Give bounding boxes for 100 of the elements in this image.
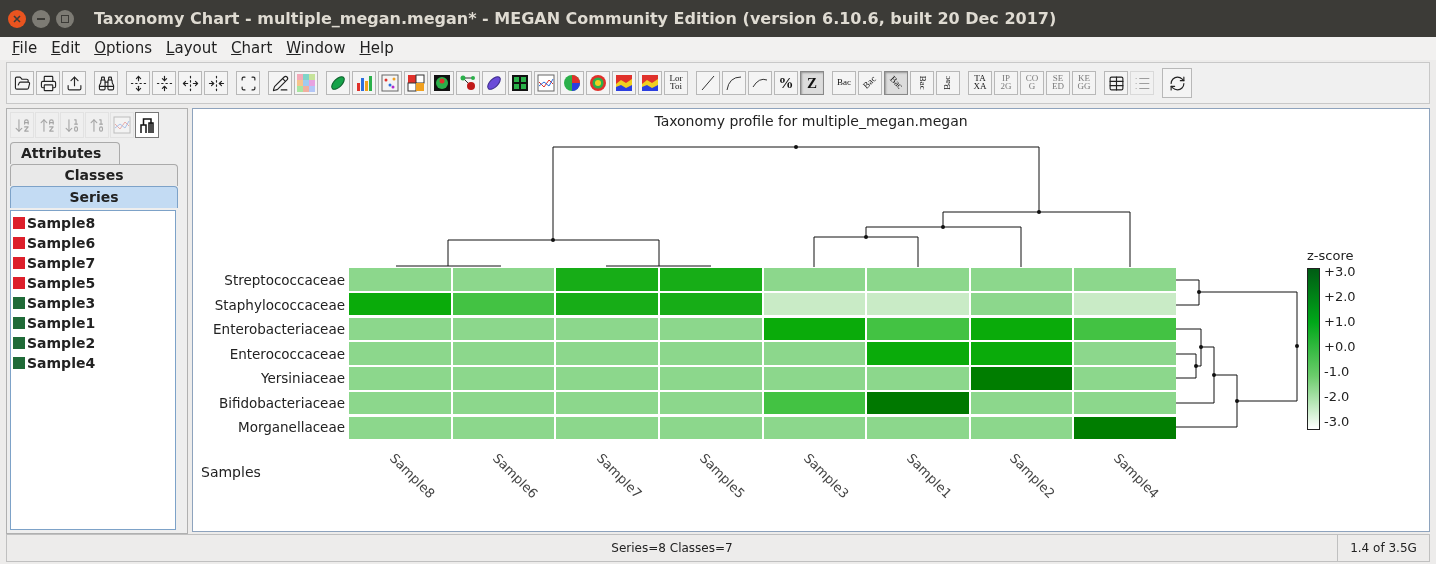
toolbar-button[interactable] (268, 71, 292, 95)
row-label: Morganellaceae (238, 418, 345, 437)
sort-down-icon (63, 116, 81, 134)
toolbar-button[interactable]: Bac (936, 71, 960, 95)
toolbar-button[interactable] (430, 71, 454, 95)
toolbar-button[interactable] (36, 71, 60, 95)
window-title: Taxonomy Chart - multiple_megan.megan* - MEGAN Community Edition (version 6.10.6, built 20 Dec 2017) (94, 7, 1057, 30)
contract-horizontal-icon (207, 74, 225, 92)
toolbar-button[interactable] (638, 71, 662, 95)
menu-item[interactable]: Layout (166, 37, 218, 60)
series-name[interactable]: Sample3 (27, 292, 96, 314)
expand-horizontal-icon (181, 74, 199, 92)
area-chart-icon (615, 74, 633, 92)
toolbar-button[interactable] (1162, 68, 1192, 98)
minimize-icon[interactable] (32, 9, 50, 28)
toolbar-button[interactable] (612, 71, 636, 95)
maximize-icon[interactable] (56, 9, 74, 28)
legend-tick-label: +3.0 (1324, 264, 1356, 281)
pill-icon (329, 74, 347, 92)
row-label: Streptococcaceae (224, 271, 345, 290)
legend-tick-label: -1.0 (1324, 364, 1351, 381)
toolbar-button[interactable]: Lor Toi (664, 71, 688, 95)
toolbar-button[interactable] (126, 71, 150, 95)
sort-up-icon (88, 116, 106, 134)
straight-line-icon (699, 74, 717, 92)
toolbar-button[interactable]: Z (800, 71, 824, 95)
line-chart-icon (537, 74, 555, 92)
toolbar-button[interactable] (560, 71, 584, 95)
pie-chart-icon (563, 74, 581, 92)
legend-tick-label: -3.0 (1324, 414, 1351, 431)
panel-tab[interactable]: Series (10, 186, 178, 208)
toolbar-button[interactable] (152, 71, 176, 95)
toolbar-button[interactable]: Bac (910, 71, 934, 95)
line-chart-icon (113, 116, 131, 134)
menu-item[interactable]: Options (94, 37, 153, 60)
bar-chart-icon (355, 74, 373, 92)
toolbar-button[interactable] (404, 71, 428, 95)
panel-tab[interactable]: Classes (10, 164, 178, 186)
menu-item[interactable]: Window (286, 37, 346, 60)
legend-tick-label: +0.0 (1324, 339, 1356, 356)
area-chart-icon (641, 74, 659, 92)
toolbar-button[interactable]: % (774, 71, 798, 95)
series-name[interactable]: Sample4 (27, 352, 96, 374)
sort-up-icon (38, 116, 56, 134)
toolbar-button[interactable] (482, 71, 506, 95)
pencil-icon (271, 74, 289, 92)
toolbar-button[interactable] (236, 71, 260, 95)
toolbar-button[interactable] (94, 71, 118, 95)
refresh-icon (1168, 74, 1186, 92)
row-label: Enterobacteriaceae (213, 320, 345, 339)
radial-chart-icon (589, 74, 607, 92)
toolbar-button[interactable] (204, 71, 228, 95)
expand-vertical-icon (129, 74, 147, 92)
network-icon (459, 74, 477, 92)
binoculars-icon (97, 74, 115, 92)
scatter-icon (381, 74, 399, 92)
series-name[interactable]: Sample7 (27, 252, 96, 274)
folder-icon (13, 74, 31, 92)
toolbar-button[interactable] (10, 71, 34, 95)
series-name[interactable]: Sample5 (27, 272, 96, 294)
toolbar-button[interactable]: TA XA (968, 71, 992, 95)
status-text: Series=8 Classes=7 (610, 540, 734, 557)
toolbar-button[interactable] (508, 71, 532, 95)
toolbar-button[interactable] (178, 71, 202, 95)
curve-icon (725, 74, 743, 92)
sort-down-icon (13, 116, 31, 134)
menu-item[interactable]: Edit (51, 37, 81, 60)
series-name[interactable]: Sample2 (27, 332, 96, 354)
row-label: Enterococcaceae (229, 344, 345, 364)
panel-tab[interactable]: Attributes (10, 142, 120, 164)
frame-icon (239, 74, 257, 92)
grid-icon (511, 74, 529, 92)
row-label: Yersiniaceae (261, 369, 345, 388)
series-name[interactable]: Sample6 (27, 232, 96, 254)
row-label: Staphylococcaceae (214, 295, 345, 315)
upload-icon (65, 74, 83, 92)
menu-item[interactable]: Chart (231, 37, 273, 60)
close-icon[interactable] (8, 9, 26, 28)
toolbar-button[interactable]: Bac (832, 71, 856, 95)
legend-tick-label: +1.0 (1324, 314, 1356, 331)
panel-tool-button[interactable] (135, 112, 159, 138)
chart-title: Taxonomy profile for multiple_megan.megan (653, 112, 969, 131)
row-label: Bifidobacteriaceae (218, 393, 345, 413)
table-icon (1107, 74, 1125, 92)
memory-usage: 1.4 of 3.5G (1337, 535, 1429, 561)
color-grid-icon (297, 74, 315, 92)
toolbar-button[interactable] (62, 71, 86, 95)
legend-tick-label: -2.0 (1324, 389, 1351, 406)
menu-item[interactable]: Help (359, 37, 394, 60)
toolbar-button[interactable]: Bac (858, 71, 882, 95)
radar-icon (433, 74, 451, 92)
series-name[interactable]: Sample1 (27, 312, 96, 334)
quadrants-icon (407, 74, 425, 92)
toolbar-button[interactable]: Bac (884, 71, 908, 95)
menu-item[interactable]: File (12, 37, 38, 60)
toolbar-button[interactable] (1104, 71, 1128, 95)
dendrogram-icon (138, 116, 156, 134)
contract-vertical-icon (155, 74, 173, 92)
legend-tick-label: +2.0 (1324, 289, 1356, 306)
series-name[interactable]: Sample8 (27, 212, 96, 234)
